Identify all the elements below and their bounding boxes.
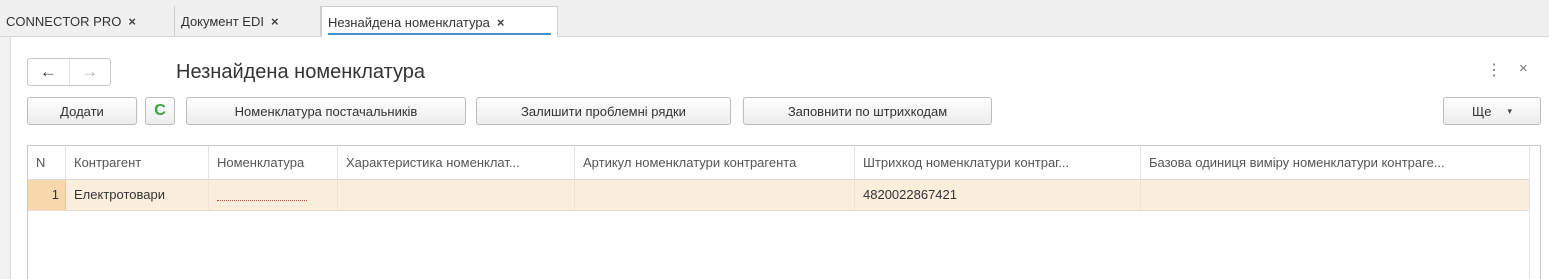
more-button[interactable]: Ще ▾ (1443, 97, 1541, 125)
cell-nomenclature[interactable] (209, 180, 338, 210)
cell-base-unit[interactable] (1141, 180, 1531, 210)
tab-connector-pro[interactable]: CONNECTOR PRO × (0, 6, 175, 36)
tab-missing-nomenclature[interactable]: Незнайдена номенклатура × (321, 6, 558, 37)
table-row[interactable]: 1 Електротовари 4820022867421 (28, 180, 1540, 211)
back-arrow-icon[interactable]: ← (28, 59, 69, 85)
required-field-underline (217, 200, 307, 201)
tab-label: Незнайдена номенклатура (328, 14, 490, 30)
page-title: Незнайдена номенклатура (176, 61, 425, 83)
column-header-base-unit[interactable]: Базова одиниця виміру номенклатури контр… (1141, 146, 1531, 179)
column-header-n[interactable]: N (28, 146, 66, 179)
cell-article[interactable] (575, 180, 855, 210)
column-header-characteristic[interactable]: Характеристика номенклат... (338, 146, 575, 179)
cell-counterparty[interactable]: Електротовари (66, 180, 209, 210)
column-header-barcode[interactable]: Штрихкод номенклатури контраг... (855, 146, 1141, 179)
fill-by-barcodes-button[interactable]: Заповнити по штрихкодам (743, 97, 992, 125)
close-icon[interactable]: × (128, 14, 136, 29)
close-icon[interactable]: × (1519, 60, 1528, 77)
column-header-nomenclature[interactable]: Номенклатура (209, 146, 338, 179)
more-label: Ще (1472, 103, 1492, 119)
close-icon[interactable]: × (271, 14, 279, 29)
close-icon[interactable]: × (497, 15, 505, 30)
nomenclature-table: N Контрагент Номенклатура Характеристика… (27, 145, 1541, 279)
refresh-icon[interactable]: C (145, 97, 175, 125)
forward-arrow-icon[interactable]: → (68, 59, 111, 85)
more-vert-icon[interactable]: ⋮ (1486, 60, 1502, 80)
column-header-article[interactable]: Артикул номенклатури контрагента (575, 146, 855, 179)
tab-document-edi[interactable]: Документ EDI × (175, 6, 321, 36)
tab-label: Документ EDI (181, 13, 264, 29)
cell-barcode[interactable]: 4820022867421 (855, 180, 1141, 210)
table-header: N Контрагент Номенклатура Характеристика… (28, 146, 1540, 180)
column-header-counterparty[interactable]: Контрагент (66, 146, 209, 179)
active-tab-indicator (328, 33, 551, 35)
vertical-scrollbar[interactable] (1529, 146, 1540, 279)
tab-bar: CONNECTOR PRO × Документ EDI × Незнайден… (0, 0, 1549, 37)
cell-characteristic[interactable] (338, 180, 575, 210)
tab-label: CONNECTOR PRO (6, 13, 122, 29)
supplier-nomenclature-button[interactable]: Номенклатура постачальників (186, 97, 466, 125)
chevron-down-icon: ▾ (1507, 105, 1512, 116)
keep-problem-rows-button[interactable]: Залишити проблемні рядки (476, 97, 731, 125)
add-button[interactable]: Додати (27, 97, 137, 125)
left-gutter (0, 37, 11, 279)
row-number: 1 (28, 180, 66, 210)
navigation-buttons: ← → (27, 58, 111, 86)
